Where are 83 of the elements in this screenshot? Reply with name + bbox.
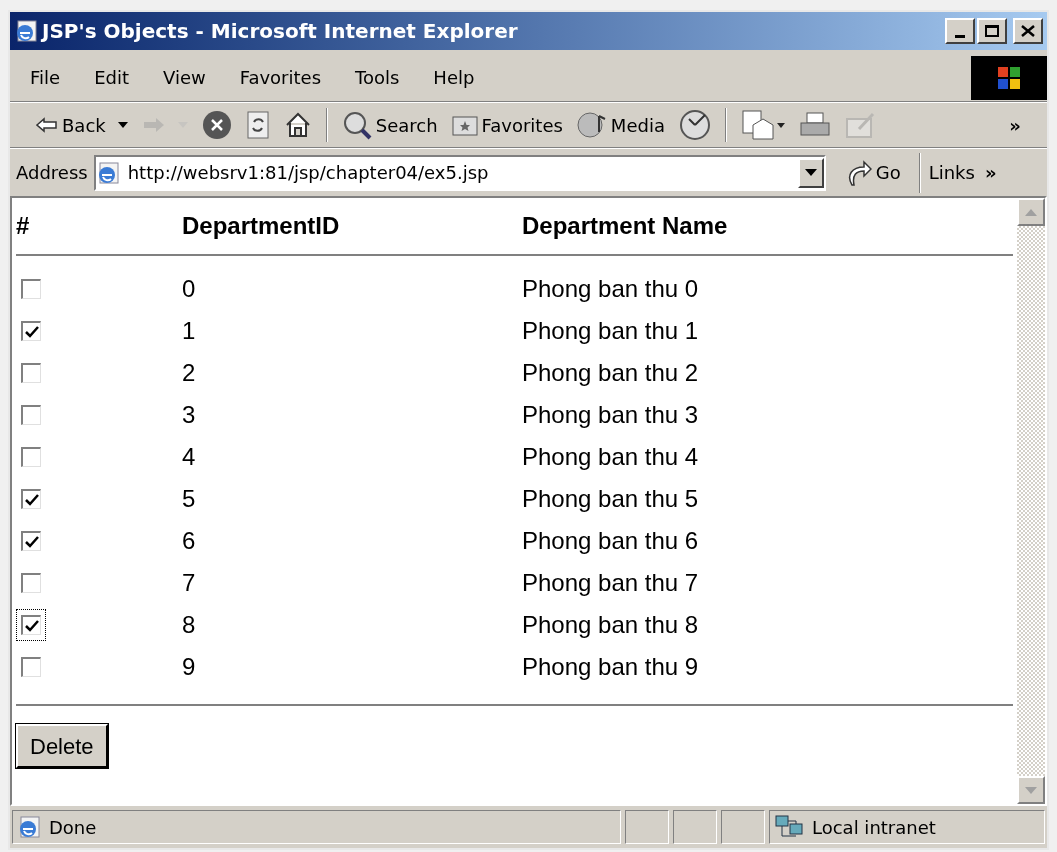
search-icon [341, 110, 372, 140]
media-button[interactable]: Media [576, 110, 665, 140]
menu-item[interactable]: Tools [355, 64, 400, 91]
edit-icon [844, 111, 877, 139]
checkmark-icon [24, 619, 39, 632]
column-header: # [16, 211, 31, 241]
security-zone: Local intranet [769, 810, 1045, 844]
close-button[interactable] [1013, 18, 1043, 44]
search-button[interactable]: Search [341, 110, 438, 140]
table-cell-text: 2 [182, 358, 197, 388]
checkmark-icon [24, 493, 39, 506]
printer-icon [798, 111, 831, 139]
caret-up-icon [1025, 208, 1037, 216]
table-cell-text: 1 [182, 316, 197, 346]
table-cell-text: Phong ban thu 4 [522, 442, 699, 472]
minimize-button[interactable] [945, 18, 975, 44]
network-icon [774, 814, 804, 840]
media-globe-icon [576, 110, 607, 140]
caret-down-icon [1025, 786, 1037, 794]
checkbox[interactable] [16, 609, 46, 641]
table-cell-text: 6 [182, 526, 197, 556]
print-button[interactable] [798, 111, 831, 139]
refresh-button[interactable] [245, 110, 270, 140]
stop-button[interactable] [201, 110, 232, 140]
address-url: http://websrv1:81/jsp/chapter04/ex5.jsp [127, 161, 489, 185]
maximize-icon [985, 25, 999, 37]
address-field[interactable]: http://websrv1:81/jsp/chapter04/ex5.jsp [93, 154, 826, 191]
close-icon [1021, 25, 1035, 37]
status-text: Done [12, 810, 621, 844]
table-cell-text: 8 [182, 610, 197, 640]
favorites-folder-icon [451, 113, 478, 137]
forward-arrow-icon [141, 116, 166, 134]
table-cell-text: 9 [182, 652, 197, 682]
refresh-icon [245, 110, 270, 140]
table-cell-text: Phong ban thu 0 [522, 274, 699, 304]
menu-item[interactable]: Edit [94, 64, 129, 91]
back-button[interactable]: Back [36, 111, 128, 139]
table-cell-text: 7 [182, 568, 197, 598]
favorites-button[interactable]: Favorites [451, 111, 563, 139]
stop-icon [201, 110, 232, 140]
go-button[interactable]: Go [845, 158, 901, 187]
page-icon [17, 815, 41, 839]
checkmark-icon [24, 325, 39, 338]
status-pane [673, 810, 717, 844]
table-cell-text: Phong ban thu 6 [522, 526, 699, 556]
table-cell-text: 4 [182, 442, 197, 472]
table-cell-text: Phong ban thu 8 [522, 610, 699, 640]
table-cell-text: Phong ban thu 5 [522, 484, 699, 514]
table-cell-text: 3 [182, 400, 197, 430]
scroll-up-button[interactable] [1017, 198, 1045, 226]
browser-icon [14, 19, 38, 43]
maximize-button[interactable] [977, 18, 1007, 44]
menu-item[interactable]: Help [433, 64, 475, 91]
history-clock-icon [678, 109, 711, 141]
table-cell-text: 5 [182, 484, 197, 514]
table-cell-text: 0 [182, 274, 197, 304]
menu-item[interactable]: Favorites [239, 64, 321, 91]
table-cell-text: Phong ban thu 1 [522, 316, 699, 346]
dropdown-button[interactable] [797, 157, 824, 188]
minimize-icon [955, 34, 965, 38]
links-button[interactable]: Links [928, 159, 975, 186]
status-pane [721, 810, 765, 844]
links-overflow-chevron[interactable]: » [984, 159, 997, 186]
address-label: Address [16, 161, 88, 185]
vertical-scrollbar[interactable] [1017, 198, 1045, 804]
table-cell-text: Phong ban thu 7 [522, 568, 699, 598]
table-cell-text: Phong ban thu 2 [522, 358, 699, 388]
status-pane [625, 810, 669, 844]
back-arrow-icon [36, 117, 58, 133]
scroll-down-button[interactable] [1017, 776, 1045, 804]
menu-item[interactable]: View [163, 64, 206, 91]
column-header: DepartmentID [182, 211, 341, 241]
window-title: JSP's Objects - Microsoft Internet Explorer [42, 18, 518, 45]
table-cell-text: Phong ban thu 9 [522, 652, 699, 682]
delete-button[interactable]: Delete [16, 724, 108, 768]
caret-down-icon [804, 169, 817, 176]
dropdown-caret-icon [117, 122, 128, 128]
column-header: Department Name [522, 211, 728, 241]
toolbar-overflow-chevron[interactable]: » [1009, 111, 1021, 139]
table-cell-text: Phong ban thu 3 [522, 400, 699, 430]
history-button[interactable] [678, 109, 711, 141]
checkmark-icon [24, 535, 39, 548]
menu-item[interactable]: File [30, 64, 61, 91]
